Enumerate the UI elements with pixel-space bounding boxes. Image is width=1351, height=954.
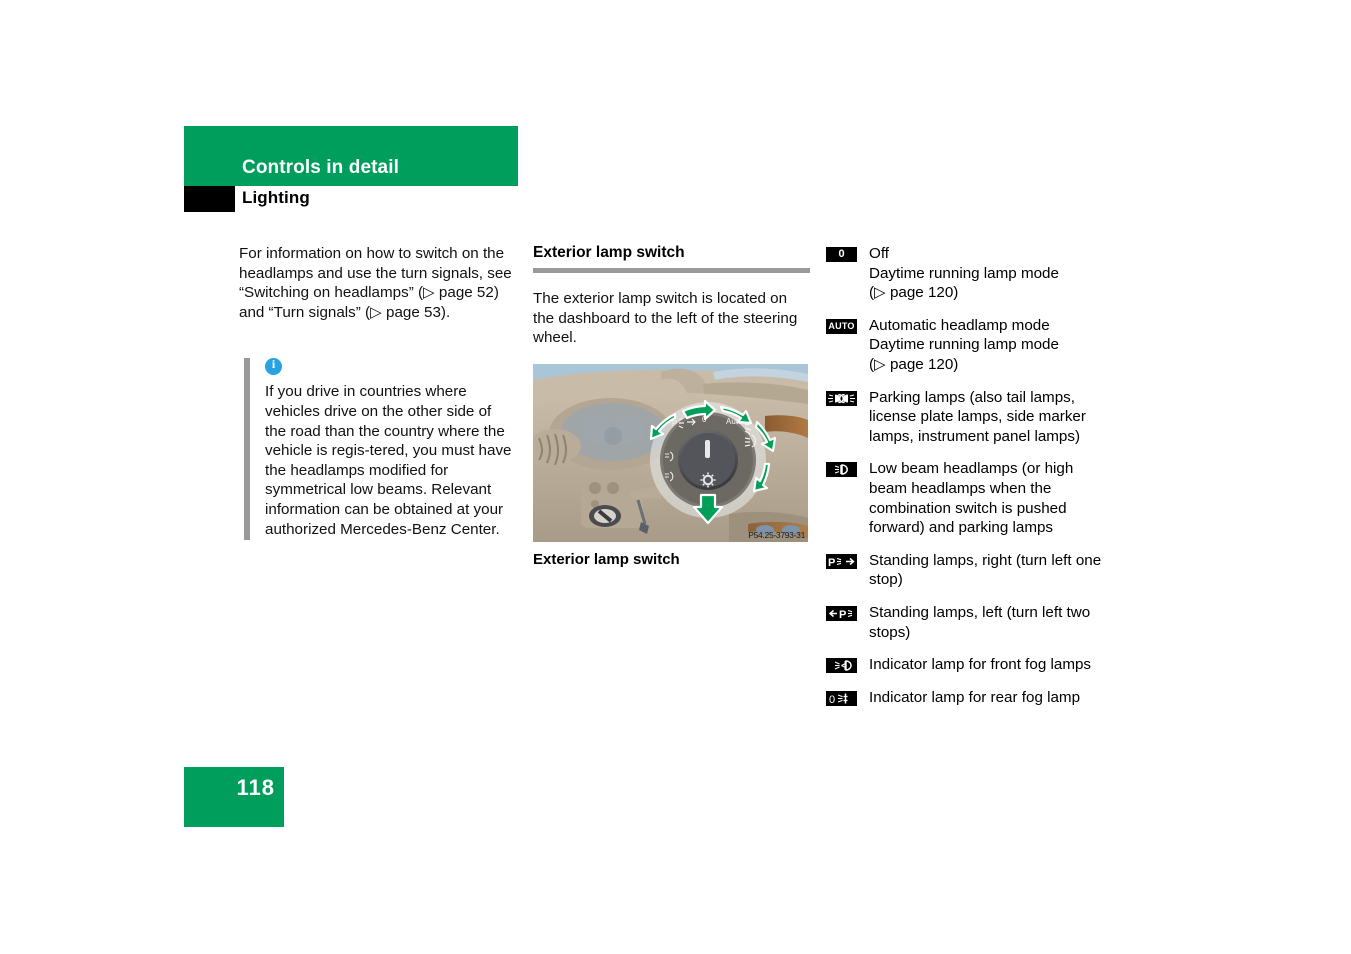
header-black-marker <box>184 186 235 212</box>
auto-headlamp-badge-icon: AUTO <box>826 318 857 334</box>
legend-row: Parking lamps (also tail lamps, license p… <box>826 388 1116 447</box>
svg-text:P: P <box>839 609 846 621</box>
legend-row: Indicator lamp for front fog lamps <box>826 655 1116 675</box>
legend-line: stop) <box>869 571 903 589</box>
rear-fog-lamp-badge-icon: 0 <box>826 690 857 706</box>
legend-line: lamps, instrument panel lamps) <box>869 427 1081 445</box>
section-heading: Exterior lamp switch <box>533 244 685 261</box>
legend-row: 0 Indicator lamp for rear fog lamp <box>826 688 1116 708</box>
standing-lamps-left-badge-icon: P <box>826 605 857 621</box>
legend-row: P Standing lamps, left (turn left two sto… <box>826 603 1116 642</box>
page-header-banner: Controls in detail <box>184 126 518 186</box>
legend-line: beam headlamps when the <box>869 479 1052 497</box>
info-note-box: If you drive in countries where vehicles… <box>239 357 516 541</box>
lamp-switch-legend: 0 Off Daytime running lamp mode (▷ page 120… <box>826 244 1116 720</box>
low-beam-headlamps-badge-icon <box>826 462 857 478</box>
front-fog-lamp-badge-icon <box>826 658 857 674</box>
legend-line: Low beam headlamps (or high <box>869 460 1074 478</box>
standing-lamps-right-badge-icon: P <box>826 553 857 569</box>
legend-line: Standing lamps, right (turn left one <box>869 551 1102 569</box>
legend-description: Automatic headlamp mode Daytime running l… <box>869 316 1059 375</box>
legend-line: Daytime running lamp mode <box>869 336 1059 354</box>
section-paragraph: The exterior lamp switch is located on t… <box>533 290 798 347</box>
page-title: Controls in detail <box>242 157 399 178</box>
legend-description: Indicator lamp for rear fog lamp <box>869 688 1080 708</box>
left-column: For information on how to switch on the … <box>239 244 516 541</box>
legend-line: stops) <box>869 623 911 641</box>
legend-row: P Standing lamps, right (turn left one st… <box>826 551 1116 590</box>
figure-caption: Exterior lamp switch <box>533 550 680 568</box>
lamp-off-badge-icon: 0 <box>826 247 857 262</box>
legend-line: license plate lamps, side marker <box>869 408 1086 426</box>
legend-line: Indicator lamp for front fog lamps <box>869 656 1092 674</box>
legend-line: Off <box>869 245 889 262</box>
legend-description: Standing lamps, right (turn left one stop… <box>869 551 1101 590</box>
parking-lamps-badge-icon <box>826 390 857 406</box>
exterior-lamp-switch-photo: P 0 Auto <box>533 363 808 542</box>
dashboard-illustration: P 0 Auto <box>533 363 808 542</box>
legend-row: AUTO Automatic headlamp mode Daytime runni… <box>826 316 1116 375</box>
figure-image-id: P54.25-3793-31 <box>748 529 805 540</box>
badge-glyph-label: 0 <box>838 248 845 260</box>
legend-line: (▷ page 120) <box>869 355 959 373</box>
info-circle-icon <box>265 357 282 376</box>
badge-glyph-label: AUTO <box>828 320 855 331</box>
legend-description: Parking lamps (also tail lamps, license p… <box>869 388 1086 447</box>
legend-line: Indicator lamp for rear fog lamp <box>869 688 1081 706</box>
legend-description: Off Daytime running lamp mode (▷ page 120) <box>869 244 1059 303</box>
info-note-text: If you drive in countries where vehicles… <box>265 383 512 538</box>
legend-line: Automatic headlamp mode <box>869 316 1050 334</box>
page-subtitle: Lighting <box>242 188 310 207</box>
svg-text:0: 0 <box>829 694 835 706</box>
legend-row: Low beam headlamps (or high beam headlamp… <box>826 459 1116 537</box>
info-note-sidebar <box>244 358 250 541</box>
legend-description: Indicator lamp for front fog lamps <box>869 655 1091 675</box>
legend-description: Standing lamps, left (turn left two stops… <box>869 603 1090 642</box>
intro-paragraph: For information on how to switch on the … <box>239 245 512 321</box>
legend-line: forward) and parking lamps <box>869 519 1054 537</box>
page-number: 118 <box>236 775 275 800</box>
legend-line: Parking lamps (also tail lamps, <box>869 388 1075 406</box>
legend-line: Standing lamps, left (turn left two <box>869 603 1091 621</box>
legend-line: Daytime running lamp mode <box>869 264 1059 282</box>
svg-text:P: P <box>828 557 835 569</box>
middle-column: Exterior lamp switch The exterior lamp s… <box>533 244 810 568</box>
legend-line: combination switch is pushed <box>869 499 1067 517</box>
legend-description: Low beam headlamps (or high beam headlamp… <box>869 459 1073 537</box>
page-footer-banner: 118 <box>184 767 284 827</box>
section-divider <box>533 268 810 273</box>
legend-row: 0 Off Daytime running lamp mode (▷ page 120… <box>826 244 1116 303</box>
legend-line: (▷ page 120) <box>869 284 959 302</box>
